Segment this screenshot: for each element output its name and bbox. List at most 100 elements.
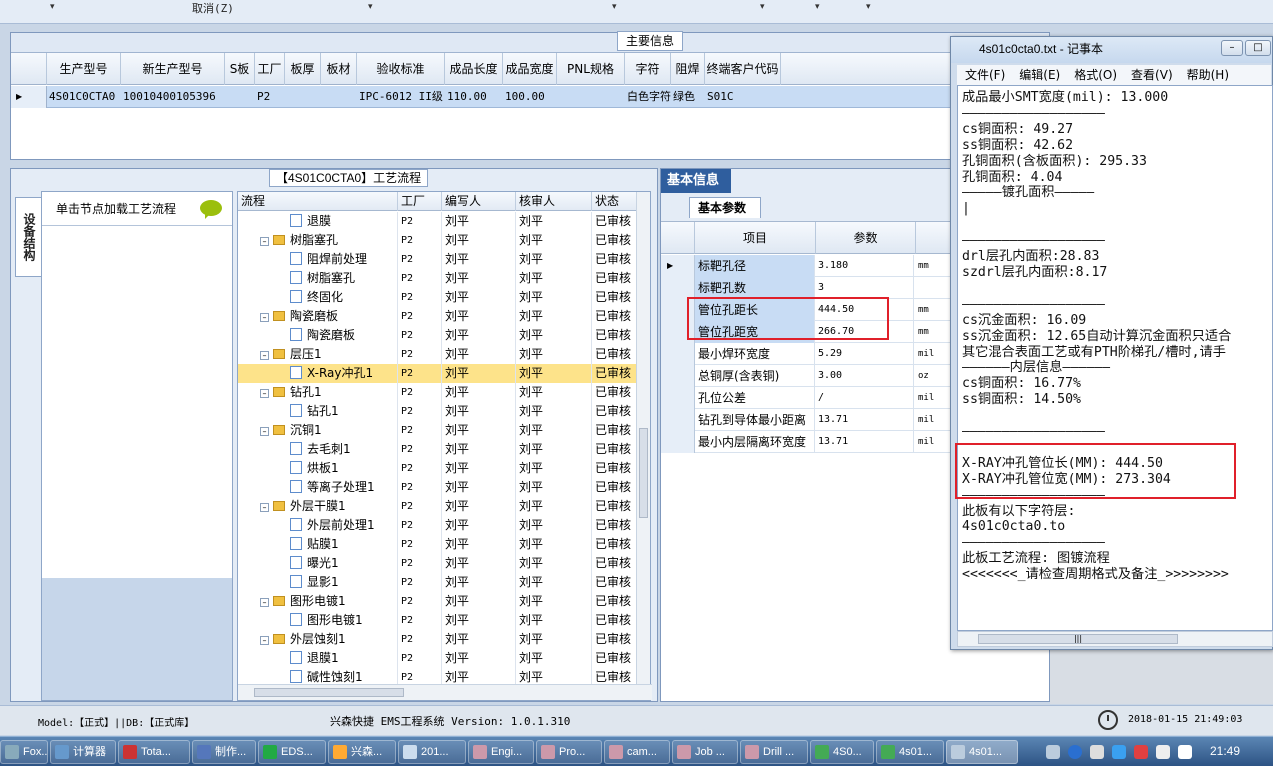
dropdown-arrow-icon[interactable]: ▾: [760, 2, 765, 12]
taskbar-button[interactable]: 制作...: [192, 740, 256, 764]
param-value[interactable]: 5.29: [816, 343, 914, 365]
menu-item[interactable]: 帮助(H): [1187, 68, 1229, 82]
column-header[interactable]: 阻焊: [671, 53, 705, 85]
process-node[interactable]: 树脂塞孔 P2 刘平 刘平 已审核: [238, 269, 638, 288]
column-header[interactable]: 字符: [625, 53, 671, 85]
collapse-icon[interactable]: –: [260, 598, 269, 607]
column-header[interactable]: 流程: [238, 192, 398, 211]
dropdown-arrow-icon[interactable]: ▾: [50, 2, 55, 12]
flag-icon[interactable]: [1090, 745, 1104, 759]
collapse-icon[interactable]: –: [260, 427, 269, 436]
process-node[interactable]: 图形电镀1 P2 刘平 刘平 已审核: [238, 611, 638, 630]
process-node[interactable]: – 树脂塞孔 P2 刘平 刘平 已审核: [238, 231, 638, 250]
taskbar-button[interactable]: 兴森...: [328, 740, 396, 764]
column-header[interactable]: S板: [225, 53, 255, 85]
tab-basic-info[interactable]: 基本信息: [661, 169, 731, 193]
taskbar-button[interactable]: Fox...: [0, 740, 48, 764]
volume-icon[interactable]: [1178, 745, 1192, 759]
process-node[interactable]: 终固化 P2 刘平 刘平 已审核: [238, 288, 638, 307]
process-node[interactable]: 贴膜1 P2 刘平 刘平 已审核: [238, 535, 638, 554]
app-tray-icon[interactable]: [1134, 745, 1148, 759]
process-node[interactable]: 阻焊前处理 P2 刘平 刘平 已审核: [238, 250, 638, 269]
param-value[interactable]: 13.71: [816, 409, 914, 431]
tab-main-info[interactable]: 主要信息: [617, 31, 683, 51]
process-node[interactable]: 曝光1 P2 刘平 刘平 已审核: [238, 554, 638, 573]
column-header[interactable]: 验收标准: [357, 53, 445, 85]
column-header[interactable]: 生产型号: [47, 53, 121, 85]
minimize-button[interactable]: –: [1221, 40, 1243, 56]
help-icon[interactable]: [1068, 745, 1082, 759]
process-node[interactable]: X-Ray冲孔1 P2 刘平 刘平 已审核: [238, 364, 638, 383]
notepad-content[interactable]: 成品最小SMT宽度(mil): 13.000 —————————————————…: [958, 86, 1272, 583]
process-node[interactable]: – 外层蚀刻1 P2 刘平 刘平 已审核: [238, 630, 638, 649]
process-node[interactable]: – 外层干膜1 P2 刘平 刘平 已审核: [238, 497, 638, 516]
param-value[interactable]: 3.180: [816, 255, 914, 277]
dropdown-arrow-icon[interactable]: ▾: [866, 2, 871, 12]
column-header[interactable]: 项目: [695, 222, 816, 254]
menu-item[interactable]: 编辑(E): [1019, 68, 1060, 82]
column-header[interactable]: 工厂: [255, 53, 285, 85]
taskbar-clock[interactable]: 21:49: [1210, 744, 1240, 758]
tab-equipment-structure[interactable]: 设备结构: [15, 197, 41, 277]
column-header[interactable]: 板材: [321, 53, 357, 85]
process-node[interactable]: 显影1 P2 刘平 刘平 已审核: [238, 573, 638, 592]
collapse-icon[interactable]: –: [260, 389, 269, 398]
process-node[interactable]: 烘板1 P2 刘平 刘平 已审核: [238, 459, 638, 478]
column-header[interactable]: 核审人: [516, 192, 592, 211]
maximize-button[interactable]: □: [1245, 40, 1271, 56]
vertical-scrollbar[interactable]: [636, 192, 650, 684]
horizontal-scrollbar[interactable]: |||: [957, 631, 1273, 647]
process-node[interactable]: – 陶瓷磨板 P2 刘平 刘平 已审核: [238, 307, 638, 326]
column-header[interactable]: 参数: [816, 222, 916, 254]
param-value[interactable]: /: [816, 387, 914, 409]
collapse-icon[interactable]: –: [260, 503, 269, 512]
tab-basic-params[interactable]: 基本参数: [689, 197, 761, 218]
taskbar-button[interactable]: EDS...: [258, 740, 326, 764]
menu-item[interactable]: 文件(F): [965, 68, 1005, 82]
dropdown-arrow-icon[interactable]: ▾: [815, 2, 820, 12]
menu-item[interactable]: 格式(O): [1074, 68, 1117, 82]
process-node[interactable]: 去毛刺1 P2 刘平 刘平 已审核: [238, 440, 638, 459]
taskbar-button[interactable]: Tota...: [118, 740, 190, 764]
column-header[interactable]: PNL规格: [557, 53, 625, 85]
scroll-thumb[interactable]: [254, 688, 404, 697]
taskbar-button[interactable]: 4s01...: [876, 740, 944, 764]
keyboard-icon[interactable]: [1046, 745, 1060, 759]
process-node[interactable]: 陶瓷磨板 P2 刘平 刘平 已审核: [238, 326, 638, 345]
process-node[interactable]: – 图形电镀1 P2 刘平 刘平 已审核: [238, 592, 638, 611]
taskbar-button[interactable]: Job ...: [672, 740, 738, 764]
column-header[interactable]: 板厚: [285, 53, 321, 85]
process-node[interactable]: 外层前处理1 P2 刘平 刘平 已审核: [238, 516, 638, 535]
collapse-icon[interactable]: –: [260, 351, 269, 360]
process-node[interactable]: 退膜 P2 刘平 刘平 已审核: [238, 212, 638, 231]
taskbar-button[interactable]: Pro...: [536, 740, 602, 764]
taskbar-button[interactable]: 4s01...: [946, 740, 1018, 764]
table-row[interactable]: ▶ 4S01C0CTA0 10010400105396 P2 IPC-6012 II级…: [11, 86, 1049, 108]
column-header[interactable]: 终端客户代码: [705, 53, 781, 85]
taskbar-button[interactable]: Drill ...: [740, 740, 808, 764]
taskbar-button[interactable]: cam...: [604, 740, 670, 764]
process-node[interactable]: 等离子处理1 P2 刘平 刘平 已审核: [238, 478, 638, 497]
column-header[interactable]: 成品宽度: [503, 53, 557, 85]
param-value[interactable]: 3: [816, 277, 914, 299]
dropdown-arrow-icon[interactable]: ▾: [612, 2, 617, 12]
process-node[interactable]: – 沉铜1 P2 刘平 刘平 已审核: [238, 421, 638, 440]
process-node[interactable]: 退膜1 P2 刘平 刘平 已审核: [238, 649, 638, 668]
taskbar-button[interactable]: 201...: [398, 740, 466, 764]
param-value[interactable]: 13.71: [816, 431, 914, 453]
process-node[interactable]: – 层压1 P2 刘平 刘平 已审核: [238, 345, 638, 364]
menu-item[interactable]: 查看(V): [1131, 68, 1173, 82]
notepad-text-area[interactable]: 成品最小SMT宽度(mil): 13.000 —————————————————…: [957, 85, 1273, 631]
collapse-icon[interactable]: –: [260, 313, 269, 322]
taskbar-button[interactable]: 4S0...: [810, 740, 874, 764]
cancel-button[interactable]: 取消(Z): [192, 0, 234, 16]
scroll-thumb[interactable]: |||: [978, 634, 1178, 644]
column-header[interactable]: 工厂: [398, 192, 442, 211]
process-node[interactable]: – 钻孔1 P2 刘平 刘平 已审核: [238, 383, 638, 402]
dropdown-arrow-icon[interactable]: ▾: [368, 2, 373, 12]
column-header[interactable]: 新生产型号: [121, 53, 225, 85]
collapse-icon[interactable]: –: [260, 636, 269, 645]
process-node[interactable]: 钻孔1 P2 刘平 刘平 已审核: [238, 402, 638, 421]
param-value[interactable]: 3.00: [816, 365, 914, 387]
column-header[interactable]: 状态: [592, 192, 638, 211]
